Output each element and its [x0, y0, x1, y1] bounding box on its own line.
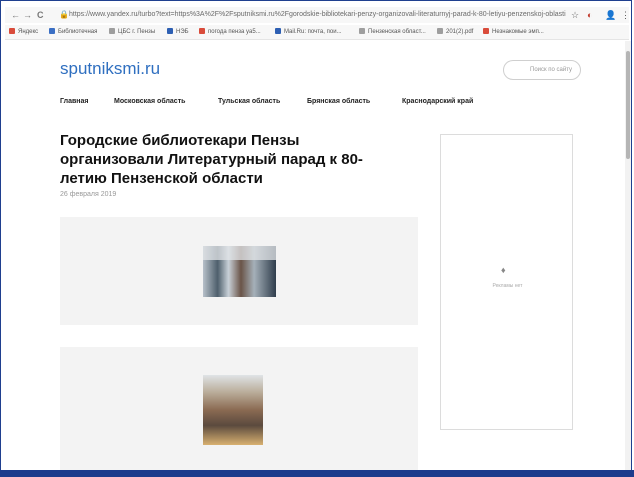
bookmark-item[interactable]: погода пенза ya5...	[199, 25, 261, 39]
site-logo[interactable]: sputniksmi.ru	[60, 59, 160, 79]
bookmark-item[interactable]: Пензенская област...	[359, 25, 426, 39]
bookmark-item[interactable]: Mail.Ru: почта, пои...	[275, 25, 342, 39]
image-block	[60, 347, 418, 474]
nav-item-bryansk-region[interactable]: Брянская область	[307, 95, 370, 109]
article-title: Городские библиотекари Пензы организовал…	[60, 132, 363, 187]
bookmark-item[interactable]: 201(2).pdf	[437, 25, 473, 39]
screenshot-frame: ← → C 🔒 https://www.yandex.ru/turbo?text…	[0, 0, 632, 475]
bookmark-item[interactable]: ЦБС г. Пензы	[109, 25, 155, 39]
bookmark-icon	[49, 28, 55, 35]
page-scrollbar[interactable]	[625, 41, 631, 471]
bookmark-icon	[437, 28, 443, 35]
bookmark-icon	[483, 28, 489, 35]
nav-item-tula-region[interactable]: Тульская область	[218, 95, 280, 109]
bookmark-icon	[9, 28, 15, 35]
reload-icon[interactable]: C	[37, 7, 44, 23]
article-photo[interactable]	[203, 246, 276, 297]
search-input[interactable]: Поиск по сайту	[503, 60, 581, 80]
address-bar[interactable]: 🔒 https://www.yandex.ru/turbo?text=https…	[59, 9, 571, 21]
nav-item-moscow-region[interactable]: Московская область	[114, 95, 185, 109]
bookmark-icon	[359, 28, 365, 35]
url-text[interactable]: https://www.yandex.ru/turbo?text=https%3…	[69, 9, 569, 21]
forward-icon[interactable]: →	[23, 7, 32, 23]
article-photo[interactable]	[203, 375, 263, 445]
tag-icon: ♦	[501, 265, 506, 275]
bookmark-icon	[109, 28, 115, 35]
bookmark-icon	[167, 28, 173, 35]
sidebar-ad-block: ♦ Рекламы нет	[440, 134, 573, 430]
image-block	[60, 217, 418, 325]
nav-item-home[interactable]: Главная	[60, 95, 88, 109]
browser-toolbar: ← → C 🔒 https://www.yandex.ru/turbo?text…	[5, 7, 630, 23]
star-icon[interactable]: ☆	[571, 7, 579, 23]
lock-icon: 🔒	[59, 10, 69, 19]
profile-icon[interactable]: 👤	[605, 7, 616, 23]
bookmark-item[interactable]: Яндекс	[9, 25, 38, 39]
web-page: sputniksmi.ru Поиск по сайту Главная Мос…	[5, 41, 625, 474]
bookmark-item[interactable]: Незнакомые эмп...	[483, 25, 544, 39]
bookmarks-bar: Яндекс Библиотечная ЦБС г. Пензы НЭБ пог…	[5, 25, 629, 40]
menu-icon[interactable]: ⋮	[621, 7, 630, 23]
bookmark-item[interactable]: НЭБ	[167, 25, 189, 39]
bookmark-icon	[275, 28, 281, 35]
scrollbar-thumb[interactable]	[626, 51, 630, 159]
taskbar	[0, 470, 634, 477]
nav-item-krasnodar-krai[interactable]: Краснодарский край	[402, 95, 473, 109]
article-date: 26 февраля 2019	[60, 191, 117, 198]
extension-icon[interactable]: ◐	[587, 7, 592, 23]
back-icon[interactable]: ←	[11, 7, 20, 23]
bookmark-icon	[199, 28, 205, 35]
bookmark-item[interactable]: Библиотечная	[49, 25, 97, 39]
sidebar-text: Рекламы нет	[492, 283, 523, 289]
